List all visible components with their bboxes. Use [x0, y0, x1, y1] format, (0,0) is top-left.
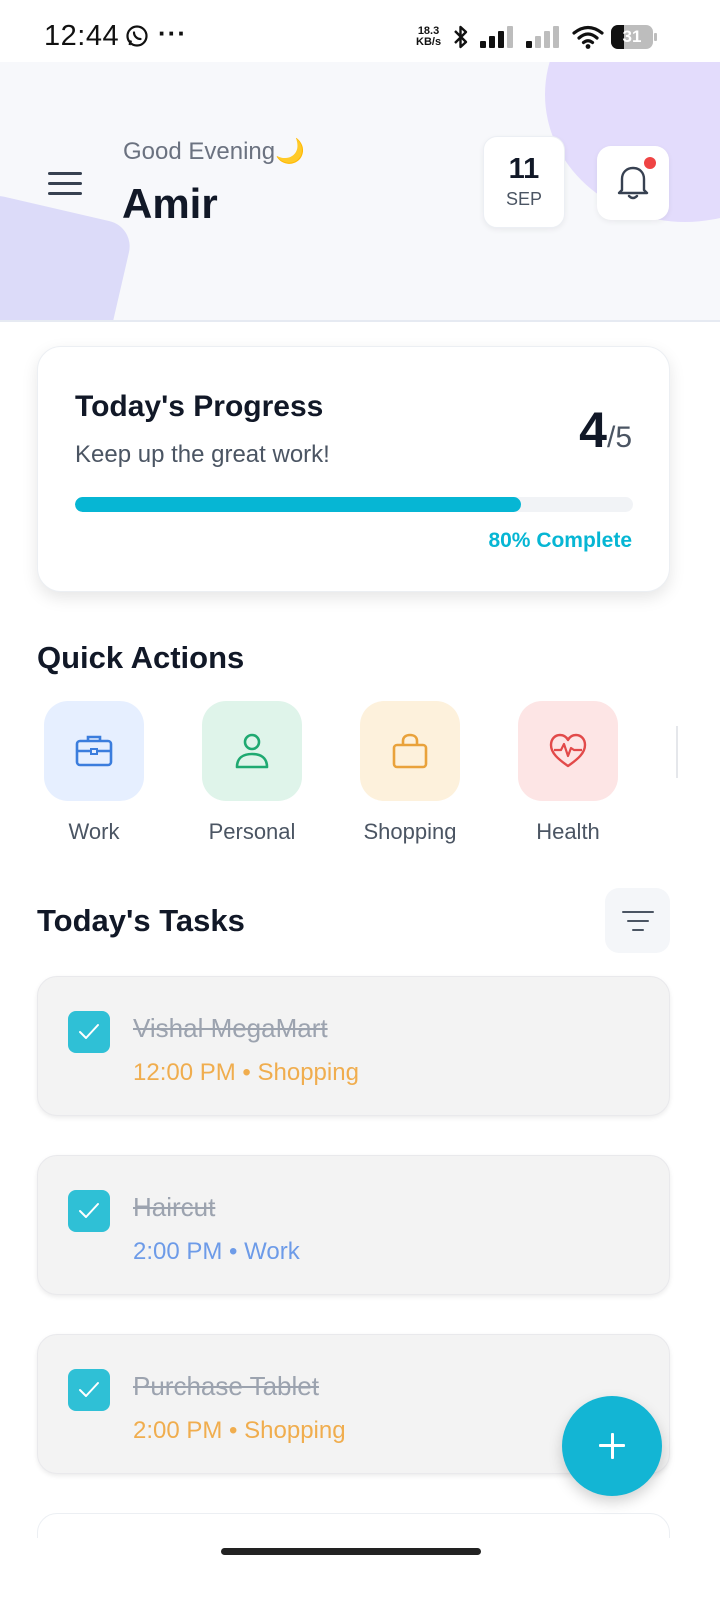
whatsapp-icon [126, 25, 148, 47]
shopping-bag-icon [392, 733, 428, 769]
briefcase-icon [75, 735, 113, 767]
network-speed-unit: KB/s [416, 36, 442, 48]
quick-action-health[interactable]: Health [508, 701, 628, 845]
task-card[interactable]: Vishal MegaMart 12:00 PM • Shopping [37, 976, 670, 1116]
notification-badge [644, 157, 656, 169]
task-time: 12:00 PM [133, 1059, 236, 1086]
task-meta: 2:00 PM • Work [133, 1238, 300, 1266]
filter-button[interactable] [605, 888, 670, 953]
home-indicator[interactable] [221, 1548, 481, 1555]
greeting: Good Evening🌙 [123, 138, 305, 165]
battery-icon: 31 [611, 25, 657, 49]
task-category: Work [244, 1238, 300, 1265]
header: Good Evening🌙 Amir 11 SEP [0, 62, 720, 322]
heart-pulse-icon [549, 733, 587, 768]
progress-title: Today's Progress [75, 390, 324, 423]
status-bar: 12:44 ··· 18.3 KB/s 31 [0, 0, 720, 62]
task-category: Shopping [257, 1059, 359, 1086]
task-title: Vishal MegaMart [133, 1013, 328, 1043]
progress-total: 5 [615, 421, 632, 454]
date-badge[interactable]: 11 SEP [483, 136, 565, 228]
wifi-icon [572, 25, 604, 49]
check-icon [79, 1382, 99, 1397]
task-checkbox[interactable] [68, 1190, 110, 1232]
date-day: 11 [508, 153, 540, 185]
task-card[interactable]: Haircut 2:00 PM • Work [37, 1155, 670, 1295]
progress-bar [75, 497, 633, 512]
quick-action-icon-box [44, 701, 144, 801]
person-icon [235, 733, 269, 769]
date-month: SEP [505, 189, 543, 209]
quick-action-icon-box [360, 701, 460, 801]
quick-action-icon-box [518, 701, 618, 801]
progress-count: 4/5 [579, 401, 632, 459]
task-category: Shopping [244, 1417, 346, 1444]
notification-button[interactable] [597, 146, 669, 220]
task-title: Purchase Tablet [133, 1371, 319, 1401]
decorative-blob [0, 190, 135, 320]
bluetooth-icon [454, 25, 468, 49]
task-meta-separator: • [222, 1238, 245, 1265]
quick-action-overflow [676, 726, 678, 778]
check-icon [79, 1203, 99, 1218]
progress-percent: 80% Complete [488, 529, 632, 552]
check-icon [79, 1024, 99, 1039]
task-title: Haircut [133, 1192, 216, 1222]
progress-completed: 4 [579, 402, 607, 458]
quick-action-icon-box [202, 701, 302, 801]
bell-icon [617, 166, 649, 200]
progress-bar-fill [75, 497, 522, 512]
signal-icon [480, 26, 513, 48]
task-time: 2:00 PM [133, 1238, 223, 1265]
filter-icon [622, 911, 654, 913]
quick-action-shopping[interactable]: Shopping [350, 701, 470, 845]
task-checkbox[interactable] [68, 1011, 110, 1053]
quick-action-personal[interactable]: Personal [192, 701, 312, 845]
task-meta-separator: • [222, 1417, 245, 1444]
quick-action-label: Personal [208, 819, 296, 844]
menu-icon[interactable] [48, 172, 82, 196]
more-notifications-icon: ··· [158, 18, 187, 48]
progress-subtitle: Keep up the great work! [75, 441, 330, 468]
quick-actions-title: Quick Actions [37, 640, 245, 675]
progress-card: Today's Progress Keep up the great work!… [37, 346, 670, 592]
task-meta-separator: • [235, 1059, 258, 1086]
quick-action-label: Health [536, 819, 600, 844]
tasks-title: Today's Tasks [37, 903, 245, 938]
user-name: Amir [122, 180, 218, 227]
quick-action-label: Shopping [363, 819, 457, 844]
signal-icon [526, 26, 559, 48]
task-time: 2:00 PM [133, 1417, 223, 1444]
task-checkbox[interactable] [68, 1369, 110, 1411]
task-meta: 12:00 PM • Shopping [133, 1059, 359, 1087]
status-time: 12:44 [44, 20, 120, 52]
battery-level: 31 [622, 27, 642, 46]
quick-action-work[interactable]: Work [34, 701, 154, 845]
task-meta: 2:00 PM • Shopping [133, 1417, 346, 1445]
quick-action-label: Work [68, 819, 120, 844]
add-task-button[interactable] [562, 1396, 662, 1496]
network-speed: 18.3 KB/s [416, 26, 441, 48]
